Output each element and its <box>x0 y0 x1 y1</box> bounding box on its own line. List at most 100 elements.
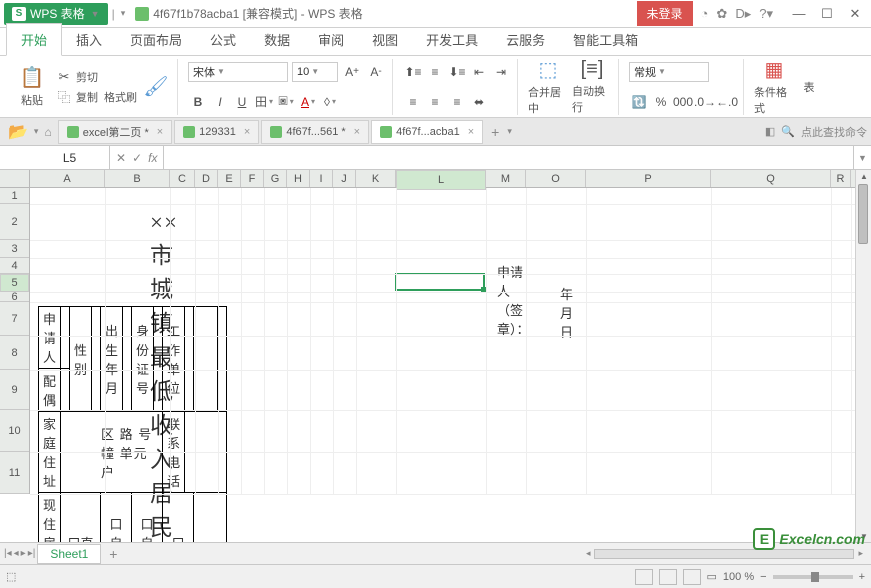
align-middle-button[interactable]: ≡ <box>425 62 445 82</box>
scroll-thumb[interactable] <box>858 184 868 244</box>
col-header-I[interactable]: I <box>310 170 333 187</box>
home-tab-icon[interactable]: ⌂ <box>44 125 51 139</box>
tab-smart-tools[interactable]: 智能工具箱 <box>559 24 652 55</box>
sheet-tab-1[interactable]: Sheet1 <box>37 544 101 564</box>
cell-blank[interactable] <box>154 307 163 412</box>
row-header-10[interactable]: 10 <box>0 410 29 452</box>
row-header-5[interactable]: 5 <box>0 274 29 292</box>
font-color-button[interactable]: A▾ <box>298 92 318 112</box>
cell-opt-self-managed[interactable]: 口自管公房 <box>101 493 132 543</box>
minimize-button[interactable]: — <box>787 4 811 24</box>
col-header-B[interactable]: B <box>105 170 170 187</box>
row-header-6[interactable]: 6 <box>0 292 29 302</box>
close-icon[interactable]: × <box>468 126 474 138</box>
bold-button[interactable]: B <box>188 92 208 112</box>
search-command-input[interactable]: 点此查找命令 <box>801 124 867 140</box>
skin-icon[interactable]: ◔ <box>701 6 709 21</box>
login-button[interactable]: 未登录 <box>637 1 693 26</box>
format-painter-button[interactable]: 🖌 <box>141 59 171 115</box>
percent-button[interactable]: % <box>651 92 671 112</box>
zoom-in-button[interactable]: + <box>859 571 865 583</box>
open-folder-icon[interactable]: 📂 <box>8 122 28 142</box>
align-center-button[interactable]: ≡ <box>425 92 445 112</box>
cell-applicant[interactable]: 申 请 人 <box>39 307 61 369</box>
close-icon[interactable]: × <box>354 126 360 138</box>
quick-access-caret-icon[interactable]: ▾ <box>121 8 126 19</box>
conditional-format-button[interactable]: ▦ 条件格式 <box>754 59 794 115</box>
cell-opt-direct[interactable]: 口直管公房 <box>61 493 101 543</box>
cell-blank[interactable] <box>92 307 101 412</box>
cut-button[interactable]: ✂剪切 <box>56 69 137 85</box>
decrease-decimal-button[interactable]: ←.0 <box>717 92 737 112</box>
col-header-K[interactable]: K <box>356 170 396 187</box>
row-header-11[interactable]: 11 <box>0 452 29 494</box>
doc-tab-4[interactable]: 4f67f...acba1× <box>371 120 483 144</box>
merge-center-button[interactable]: ⬚ 合并居中 <box>528 59 568 115</box>
help-icon[interactable]: D▸ <box>735 6 751 22</box>
cell-spouse[interactable]: 配 偶 <box>39 369 61 412</box>
record-macro-icon[interactable]: ⬚ <box>6 570 16 583</box>
merge-split-button[interactable]: ⬌ <box>469 92 489 112</box>
cell-blank[interactable] <box>194 307 218 412</box>
tab-page-layout[interactable]: 页面布局 <box>116 24 196 55</box>
row-header-7[interactable]: 7 <box>0 302 29 336</box>
cell-opt-private[interactable]: 口自有私房 <box>132 493 163 543</box>
italic-button[interactable]: I <box>210 92 230 112</box>
col-header-C[interactable]: C <box>170 170 195 187</box>
tab-data[interactable]: 数据 <box>250 24 304 55</box>
align-bottom-button[interactable]: ⬇≡ <box>447 62 467 82</box>
col-header-M[interactable]: M <box>486 170 526 187</box>
first-sheet-icon[interactable]: |◂ <box>4 548 12 559</box>
col-header-G[interactable]: G <box>264 170 287 187</box>
settings-icon[interactable]: ✿ <box>716 6 727 22</box>
close-icon[interactable]: × <box>244 126 250 138</box>
tab-dev-tools[interactable]: 开发工具 <box>412 24 492 55</box>
font-size-select[interactable]: 10▼ <box>292 62 338 82</box>
page-break-view-icon[interactable] <box>683 569 701 585</box>
underline-button[interactable]: U <box>232 92 252 112</box>
comma-button[interactable]: 000 <box>673 92 693 112</box>
cell-opt-other[interactable]: 口其他 <box>163 493 194 543</box>
row-header-8[interactable]: 8 <box>0 336 29 370</box>
formula-input[interactable] <box>164 146 853 169</box>
table-style-button[interactable]: 表 <box>798 59 820 115</box>
spreadsheet-grid[interactable]: ABCDEFGHIJKLMOPQR 1234567891011 ××市城镇最低收… <box>0 170 855 542</box>
row-header-2[interactable]: 2 <box>0 204 29 240</box>
number-format-select[interactable]: 常规▼ <box>629 62 709 82</box>
tab-review[interactable]: 审阅 <box>304 24 358 55</box>
cells-area[interactable]: ××市城镇最低收入居民家庭住房保障申请表 申请人（签章）： 年 月 日 申 请 … <box>30 188 855 494</box>
col-header-R[interactable]: R <box>831 170 851 187</box>
doc-tab-1[interactable]: excel第二页 *× <box>58 120 172 144</box>
row-header-9[interactable]: 9 <box>0 370 29 410</box>
paste-button[interactable]: 📋 粘贴 <box>12 59 52 115</box>
currency-button[interactable]: 🔃 <box>629 92 649 112</box>
tab-formula[interactable]: 公式 <box>196 24 250 55</box>
maximize-button[interactable]: ☐ <box>815 4 839 24</box>
tab-cloud[interactable]: 云服务 <box>492 24 559 55</box>
page-layout-view-icon[interactable] <box>659 569 677 585</box>
wrap-text-button[interactable]: [≡] 自动换行 <box>572 59 612 115</box>
align-left-button[interactable]: ≡ <box>403 92 423 112</box>
tab-start[interactable]: 开始 <box>6 23 62 56</box>
col-header-A[interactable]: A <box>30 170 105 187</box>
cell-blank[interactable] <box>61 307 70 369</box>
row-header-1[interactable]: 1 <box>0 188 29 204</box>
add-sheet-button[interactable]: + <box>103 546 123 562</box>
zoom-label[interactable]: 100 % <box>723 571 754 583</box>
normal-view-icon[interactable] <box>635 569 653 585</box>
font-name-select[interactable]: 宋体▼ <box>188 62 288 82</box>
cell-blank[interactable] <box>218 307 227 412</box>
clear-format-button[interactable]: ◊▾ <box>320 92 340 112</box>
tab-view[interactable]: 视图 <box>358 24 412 55</box>
fx-confirm-icon[interactable]: ✓ <box>132 151 142 165</box>
col-header-Q[interactable]: Q <box>711 170 831 187</box>
col-header-F[interactable]: F <box>241 170 264 187</box>
scroll-up-icon[interactable]: ▲ <box>857 170 871 182</box>
zoom-slider[interactable] <box>773 575 853 579</box>
cell-workplace[interactable]: 工 作单 位 <box>163 307 185 412</box>
align-top-button[interactable]: ⬆≡ <box>403 62 423 82</box>
collapse-ribbon-icon[interactable]: ◧ <box>765 125 775 138</box>
reading-view-icon[interactable]: ▭ <box>707 570 717 583</box>
last-sheet-icon[interactable]: ▸| <box>28 548 36 559</box>
app-brand[interactable]: S WPS 表格 ▼ <box>4 3 108 25</box>
